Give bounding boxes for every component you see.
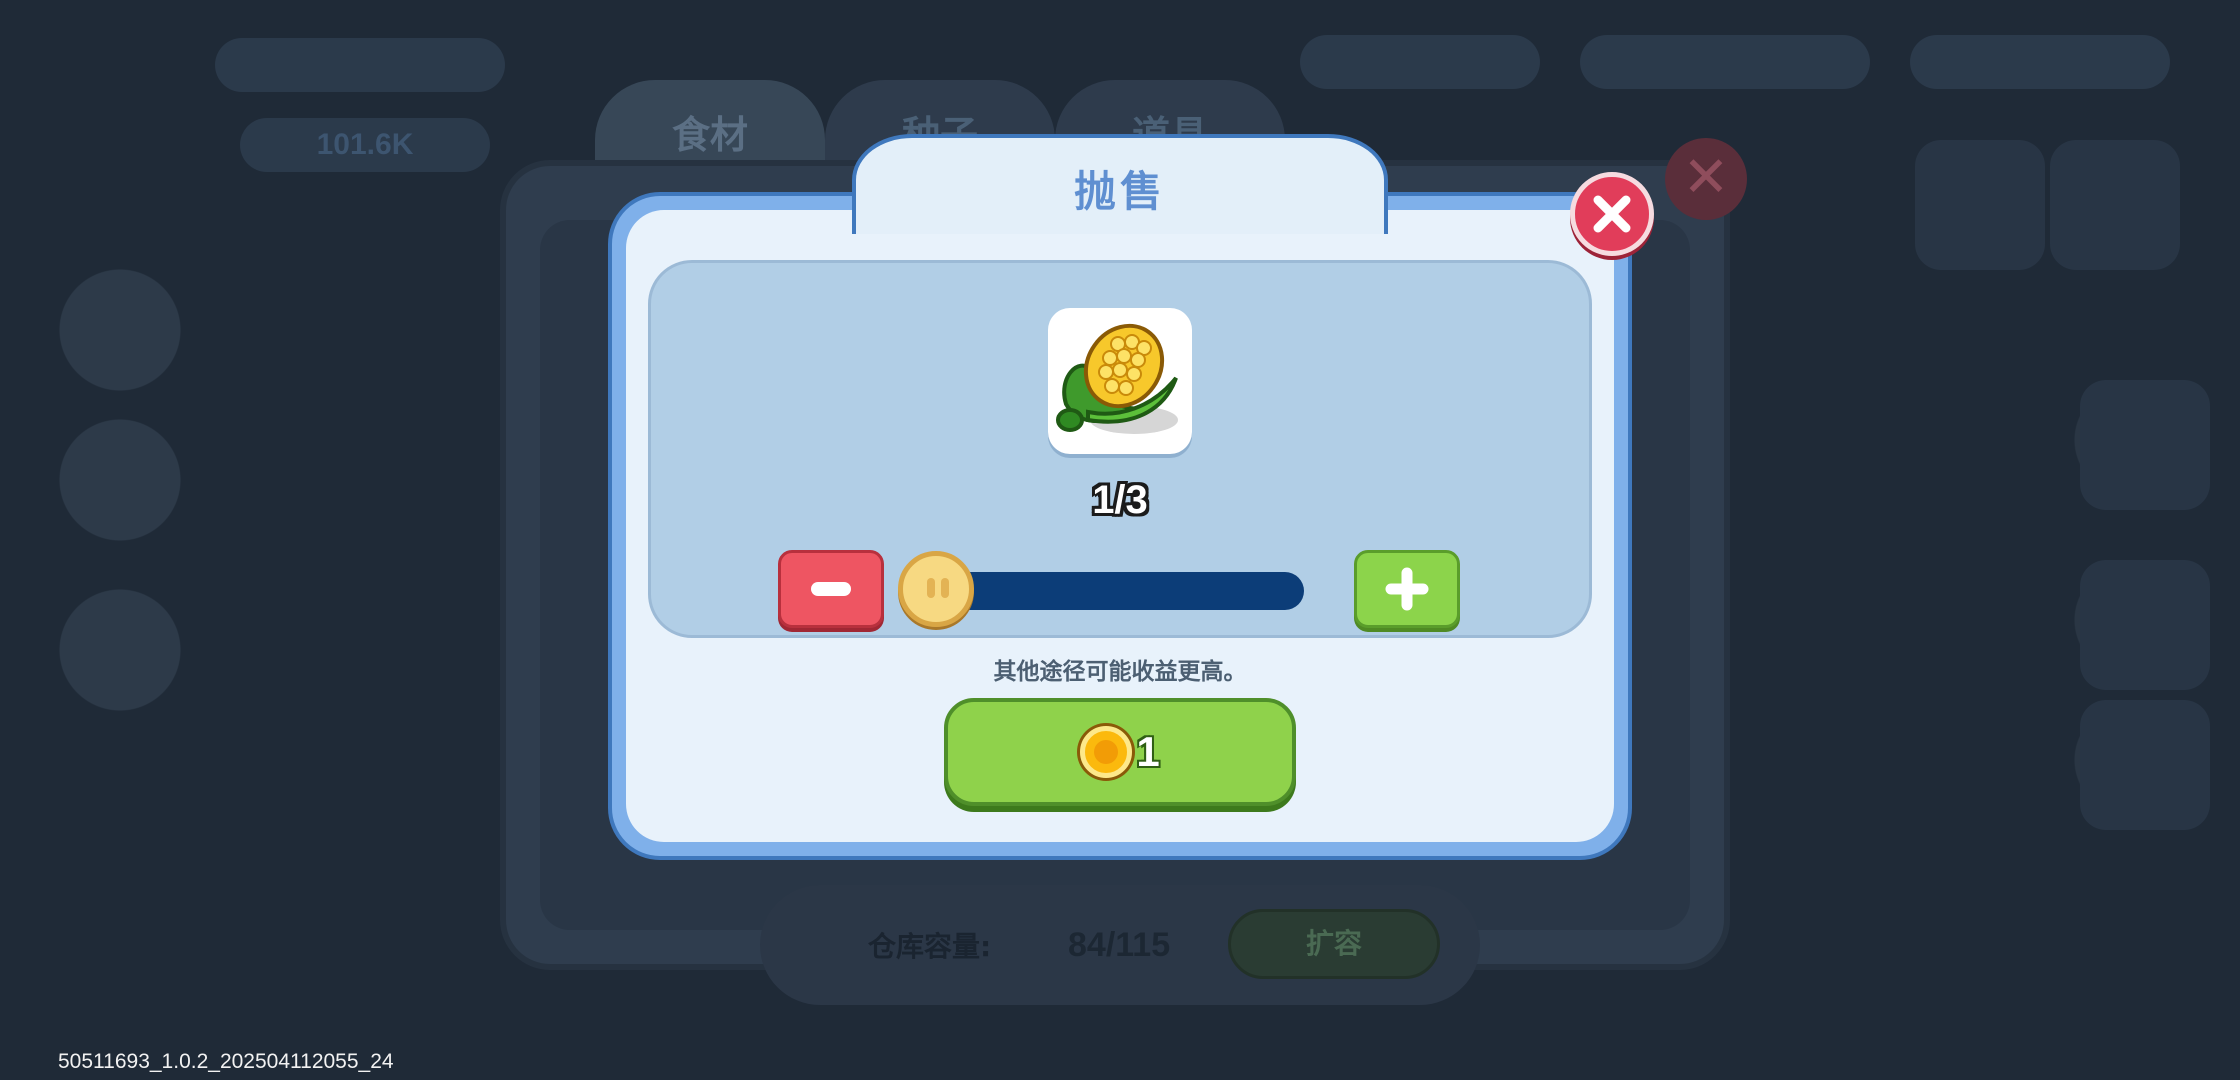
bg-gem-pill: [1910, 35, 2170, 89]
bg-expand-button: 扩容: [1228, 909, 1440, 979]
bg-stat-pill: 101.6K: [240, 118, 490, 172]
bg-player-id: [215, 38, 505, 92]
bg-chick-icon: [2080, 560, 2210, 690]
quantity-slider-handle[interactable]: [898, 551, 974, 627]
decrease-button[interactable]: [778, 550, 884, 628]
dialog-title: 抛售: [1073, 167, 1166, 216]
bg-bag-icon: [2080, 700, 2210, 830]
knob-eye-right: [941, 578, 949, 598]
quantity-count: 1/3: [1092, 478, 1148, 522]
close-button[interactable]: [1570, 172, 1654, 256]
bg-expand-label: 扩容: [1305, 927, 1362, 960]
sell-price: 1: [1136, 728, 1160, 775]
bg-warehouse-footer: 仓库容量: 84/115 扩容: [760, 885, 1480, 1005]
sell-button[interactable]: 1: [944, 698, 1296, 806]
item-icon-card: [1048, 308, 1192, 454]
minus-icon: [811, 582, 851, 596]
bg-timer-icon: [2050, 140, 2180, 270]
build-version: 50511693_1.0.2_202504112055_24: [58, 1050, 394, 1073]
close-icon: [1593, 195, 1631, 233]
bg-gold-pill: [1580, 35, 1870, 89]
increase-button[interactable]: [1354, 550, 1460, 628]
bg-gift-icon: [2080, 380, 2210, 510]
bg-close-icon: ✕: [1665, 138, 1747, 220]
bg-warehouse-label: 仓库容量:: [868, 930, 992, 963]
bg-warehouse-value: 84/115: [1068, 925, 1171, 964]
bg-energy-pill: [1300, 35, 1540, 89]
corn-icon: [1056, 323, 1178, 434]
knob-eye-left: [927, 578, 935, 598]
bg-shop-icon: [1915, 140, 2045, 270]
bg-stat-value: 101.6K: [316, 128, 414, 161]
coin-icon: [1080, 726, 1133, 778]
plus-icon: [1385, 567, 1429, 611]
sell-hint-text: 其他途径可能收益更高。: [993, 659, 1247, 685]
